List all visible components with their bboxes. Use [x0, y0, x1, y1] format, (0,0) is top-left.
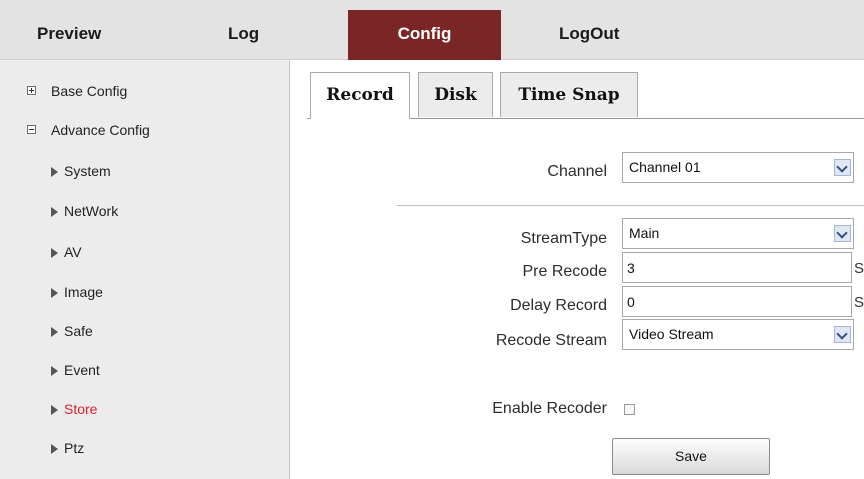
sidebar-item-label: Safe [64, 323, 93, 339]
sidebar-item-base-config[interactable]: Base Config [27, 83, 127, 99]
channel-select-value: Channel 01 [629, 159, 701, 175]
enable-recorder-checkbox[interactable] [624, 404, 635, 415]
save-button[interactable]: Save [612, 438, 770, 475]
delay-record-label: Delay Record [510, 297, 607, 314]
sidebar-item-safe[interactable]: Safe [51, 323, 93, 339]
sidebar-item-label: System [64, 163, 111, 179]
nav-preview[interactable]: Preview [37, 10, 101, 60]
caret-right-icon [51, 444, 58, 454]
sidebar-item-label: Base Config [51, 83, 128, 99]
pre-record-input[interactable] [622, 252, 852, 283]
stream-type-label: StreamType [520, 230, 607, 247]
enable-recorder-label: Enable Recoder [492, 400, 607, 417]
sidebar-item-label: Event [64, 362, 100, 378]
caret-right-icon [51, 366, 58, 376]
caret-right-icon [51, 248, 58, 258]
tab-record[interactable]: Record [310, 72, 410, 119]
collapse-minus-icon [27, 125, 36, 134]
sidebar-item-image[interactable]: Image [51, 284, 103, 300]
expand-plus-icon [27, 86, 36, 95]
pre-record-unit: S [854, 260, 864, 277]
sidebar-item-ptz[interactable]: Ptz [51, 440, 84, 456]
chevron-down-icon[interactable] [834, 225, 851, 242]
sidebar-item-label: Ptz [64, 440, 85, 456]
caret-right-icon [51, 288, 58, 298]
sidebar-item-label: AV [64, 244, 82, 260]
chevron-down-icon[interactable] [834, 159, 851, 176]
caret-right-icon [51, 207, 58, 217]
sidebar: Base Config Advance Config System NetWor… [0, 60, 290, 479]
nav-config[interactable]: Config [348, 10, 501, 60]
caret-right-icon [51, 405, 58, 415]
tab-time-snap[interactable]: Time Snap [500, 72, 638, 117]
record-stream-select-value: Video Stream [629, 326, 714, 342]
record-stream-label: Recode Stream [495, 332, 607, 349]
sidebar-item-label: Image [64, 284, 103, 300]
nav-logout[interactable]: LogOut [559, 10, 619, 60]
sidebar-item-label: Store [64, 401, 98, 417]
main-panel: Record Disk Time Snap Channel Channel 01… [297, 60, 864, 479]
tab-disk[interactable]: Disk [418, 72, 493, 117]
chevron-down-icon[interactable] [834, 326, 851, 343]
sidebar-item-system[interactable]: System [51, 163, 111, 179]
caret-right-icon [51, 327, 58, 337]
record-stream-select[interactable]: Video Stream [622, 319, 854, 350]
divider [397, 205, 864, 206]
caret-right-icon [51, 167, 58, 177]
stream-type-select[interactable]: Main [622, 218, 854, 249]
sidebar-item-network[interactable]: NetWork [51, 203, 118, 219]
top-nav: Preview Log Config LogOut [0, 0, 864, 60]
sidebar-item-advance-config[interactable]: Advance Config [27, 122, 150, 138]
channel-label: Channel [547, 163, 607, 180]
stream-type-select-value: Main [629, 225, 660, 241]
channel-select[interactable]: Channel 01 [622, 152, 854, 183]
sidebar-item-event[interactable]: Event [51, 362, 100, 378]
pre-record-label: Pre Recode [522, 263, 608, 280]
sidebar-item-store[interactable]: Store [51, 401, 97, 417]
delay-record-unit: S [854, 294, 864, 311]
nav-log[interactable]: Log [228, 10, 259, 60]
sidebar-item-label: NetWork [64, 203, 119, 219]
delay-record-input[interactable] [622, 286, 852, 317]
sidebar-item-av[interactable]: AV [51, 244, 82, 260]
sidebar-item-label: Advance Config [51, 122, 150, 138]
tab-bar: Record Disk Time Snap [307, 72, 864, 119]
